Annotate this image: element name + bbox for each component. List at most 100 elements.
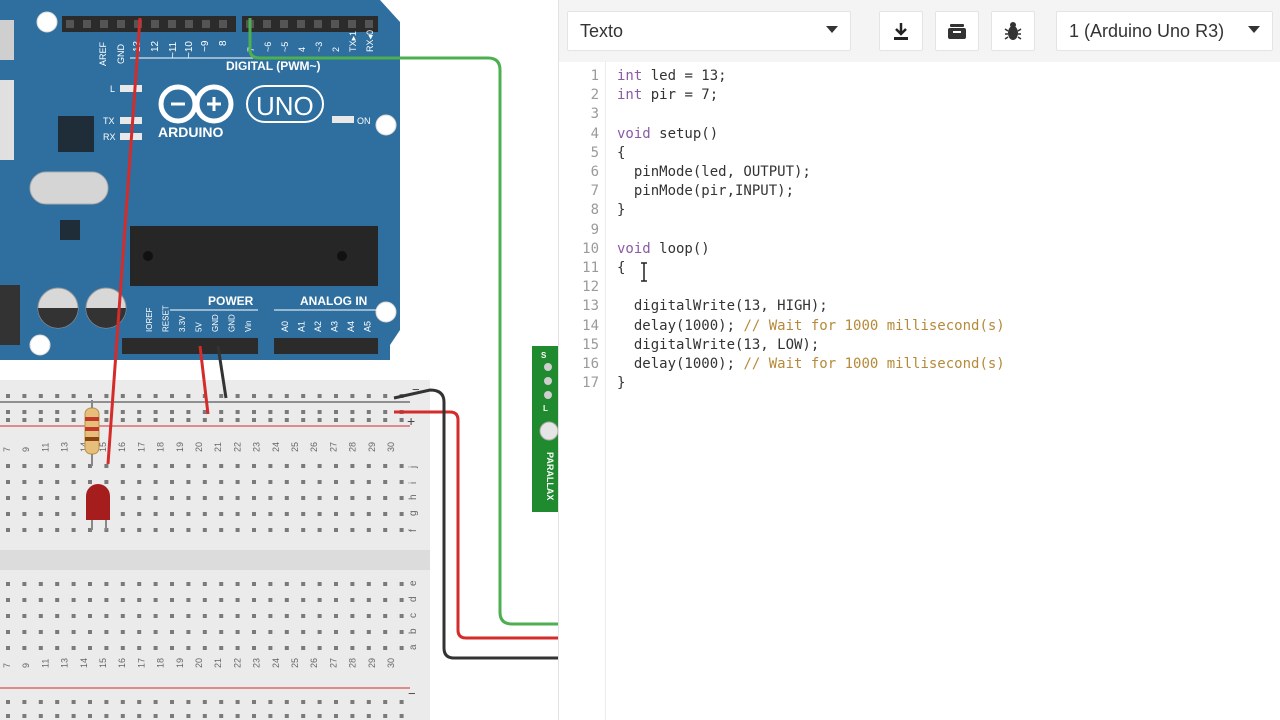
breadboard-hole[interactable] <box>383 646 388 650</box>
breadboard-hole[interactable] <box>137 410 142 414</box>
breadboard-hole[interactable] <box>284 418 289 422</box>
breadboard-hole[interactable] <box>38 598 43 602</box>
breadboard-hole[interactable] <box>153 410 158 414</box>
breadboard-hole[interactable] <box>383 630 388 634</box>
breadboard-hole[interactable] <box>22 410 27 414</box>
breadboard-hole[interactable] <box>55 528 60 532</box>
breadboard-hole[interactable] <box>186 646 191 650</box>
breadboard-hole[interactable] <box>268 512 273 516</box>
breadboard-hole[interactable] <box>366 700 371 704</box>
breadboard-hole[interactable] <box>153 394 158 398</box>
breadboard-hole[interactable] <box>71 410 76 414</box>
breadboard-hole[interactable] <box>235 496 240 500</box>
breadboard-hole[interactable] <box>6 582 10 586</box>
breadboard-hole[interactable] <box>22 630 27 634</box>
breadboard-hole[interactable] <box>71 418 76 422</box>
breadboard-hole[interactable] <box>38 464 43 468</box>
breadboard-hole[interactable] <box>120 394 125 398</box>
breadboard-hole[interactable] <box>38 614 43 618</box>
breadboard-bottom[interactable] <box>0 570 430 720</box>
breadboard-hole[interactable] <box>219 614 224 618</box>
header-pin[interactable] <box>83 20 91 28</box>
breadboard-hole[interactable] <box>71 614 76 618</box>
breadboard-hole[interactable] <box>120 598 125 602</box>
breadboard-hole[interactable] <box>301 630 306 634</box>
breadboard-hole[interactable] <box>38 700 43 704</box>
breadboard-hole[interactable] <box>317 714 322 718</box>
breadboard-hole[interactable] <box>235 410 240 414</box>
breadboard-hole[interactable] <box>366 418 371 422</box>
breadboard-hole[interactable] <box>383 582 388 586</box>
breadboard-hole[interactable] <box>170 410 174 414</box>
breadboard-hole[interactable] <box>137 582 142 586</box>
pir-pin[interactable] <box>544 391 552 399</box>
breadboard-hole[interactable] <box>137 418 142 422</box>
breadboard-hole[interactable] <box>252 464 256 468</box>
breadboard-hole[interactable] <box>88 714 92 718</box>
breadboard-hole[interactable] <box>153 700 158 704</box>
breadboard-hole[interactable] <box>284 700 289 704</box>
breadboard-hole[interactable] <box>235 512 240 516</box>
breadboard-hole[interactable] <box>71 512 76 516</box>
breadboard-hole[interactable] <box>301 480 306 484</box>
breadboard-hole[interactable] <box>268 582 273 586</box>
breadboard-hole[interactable] <box>104 410 109 414</box>
breadboard-hole[interactable] <box>38 528 43 532</box>
breadboard-hole[interactable] <box>6 714 10 718</box>
breadboard-hole[interactable] <box>153 418 158 422</box>
breadboard-hole[interactable] <box>317 394 322 398</box>
breadboard-hole[interactable] <box>170 582 174 586</box>
breadboard-hole[interactable] <box>6 496 10 500</box>
breadboard-hole[interactable] <box>268 464 273 468</box>
breadboard-hole[interactable] <box>22 598 27 602</box>
header-pin[interactable] <box>297 20 305 28</box>
header-pin[interactable] <box>151 20 159 28</box>
code-line[interactable]: void loop() <box>617 240 710 259</box>
breadboard-hole[interactable] <box>284 464 289 468</box>
breadboard-hole[interactable] <box>137 714 142 718</box>
breadboard-hole[interactable] <box>55 512 60 516</box>
breadboard-hole[interactable] <box>202 646 207 650</box>
code-line[interactable]: { <box>617 144 625 163</box>
breadboard-hole[interactable] <box>120 496 125 500</box>
breadboard-hole[interactable] <box>301 418 306 422</box>
breadboard-hole[interactable] <box>219 496 224 500</box>
breadboard-hole[interactable] <box>252 528 256 532</box>
breadboard-hole[interactable] <box>137 512 142 516</box>
breadboard-hole[interactable] <box>301 512 306 516</box>
breadboard-hole[interactable] <box>153 528 158 532</box>
code-line[interactable]: } <box>617 201 625 220</box>
breadboard-hole[interactable] <box>104 614 109 618</box>
breadboard-hole[interactable] <box>399 630 404 634</box>
breadboard-hole[interactable] <box>252 630 256 634</box>
breadboard-hole[interactable] <box>383 464 388 468</box>
download-button[interactable] <box>879 11 923 51</box>
breadboard-hole[interactable] <box>104 394 109 398</box>
breadboard-hole[interactable] <box>268 646 273 650</box>
breadboard-hole[interactable] <box>284 410 289 414</box>
breadboard-hole[interactable] <box>120 614 125 618</box>
breadboard-hole[interactable] <box>366 512 371 516</box>
code-line[interactable]: void setup() <box>617 125 718 144</box>
header-pin[interactable] <box>100 20 108 28</box>
breadboard-hole[interactable] <box>301 394 306 398</box>
header-pin[interactable] <box>117 20 125 28</box>
breadboard-hole[interactable] <box>104 464 109 468</box>
breadboard-hole[interactable] <box>71 528 76 532</box>
breadboard-hole[interactable] <box>317 410 322 414</box>
breadboard-hole[interactable] <box>268 496 273 500</box>
breadboard-hole[interactable] <box>104 582 109 586</box>
breadboard-hole[interactable] <box>334 582 338 586</box>
breadboard-hole[interactable] <box>120 528 125 532</box>
header-pin[interactable] <box>331 20 339 28</box>
breadboard-hole[interactable] <box>153 582 158 586</box>
breadboard-hole[interactable] <box>170 614 174 618</box>
breadboard-hole[interactable] <box>137 614 142 618</box>
breadboard-hole[interactable] <box>284 646 289 650</box>
breadboard-hole[interactable] <box>55 614 60 618</box>
breadboard-hole[interactable] <box>71 646 76 650</box>
breadboard-hole[interactable] <box>350 582 355 586</box>
breadboard-hole[interactable] <box>334 418 338 422</box>
breadboard-hole[interactable] <box>399 464 404 468</box>
breadboard-hole[interactable] <box>71 582 76 586</box>
